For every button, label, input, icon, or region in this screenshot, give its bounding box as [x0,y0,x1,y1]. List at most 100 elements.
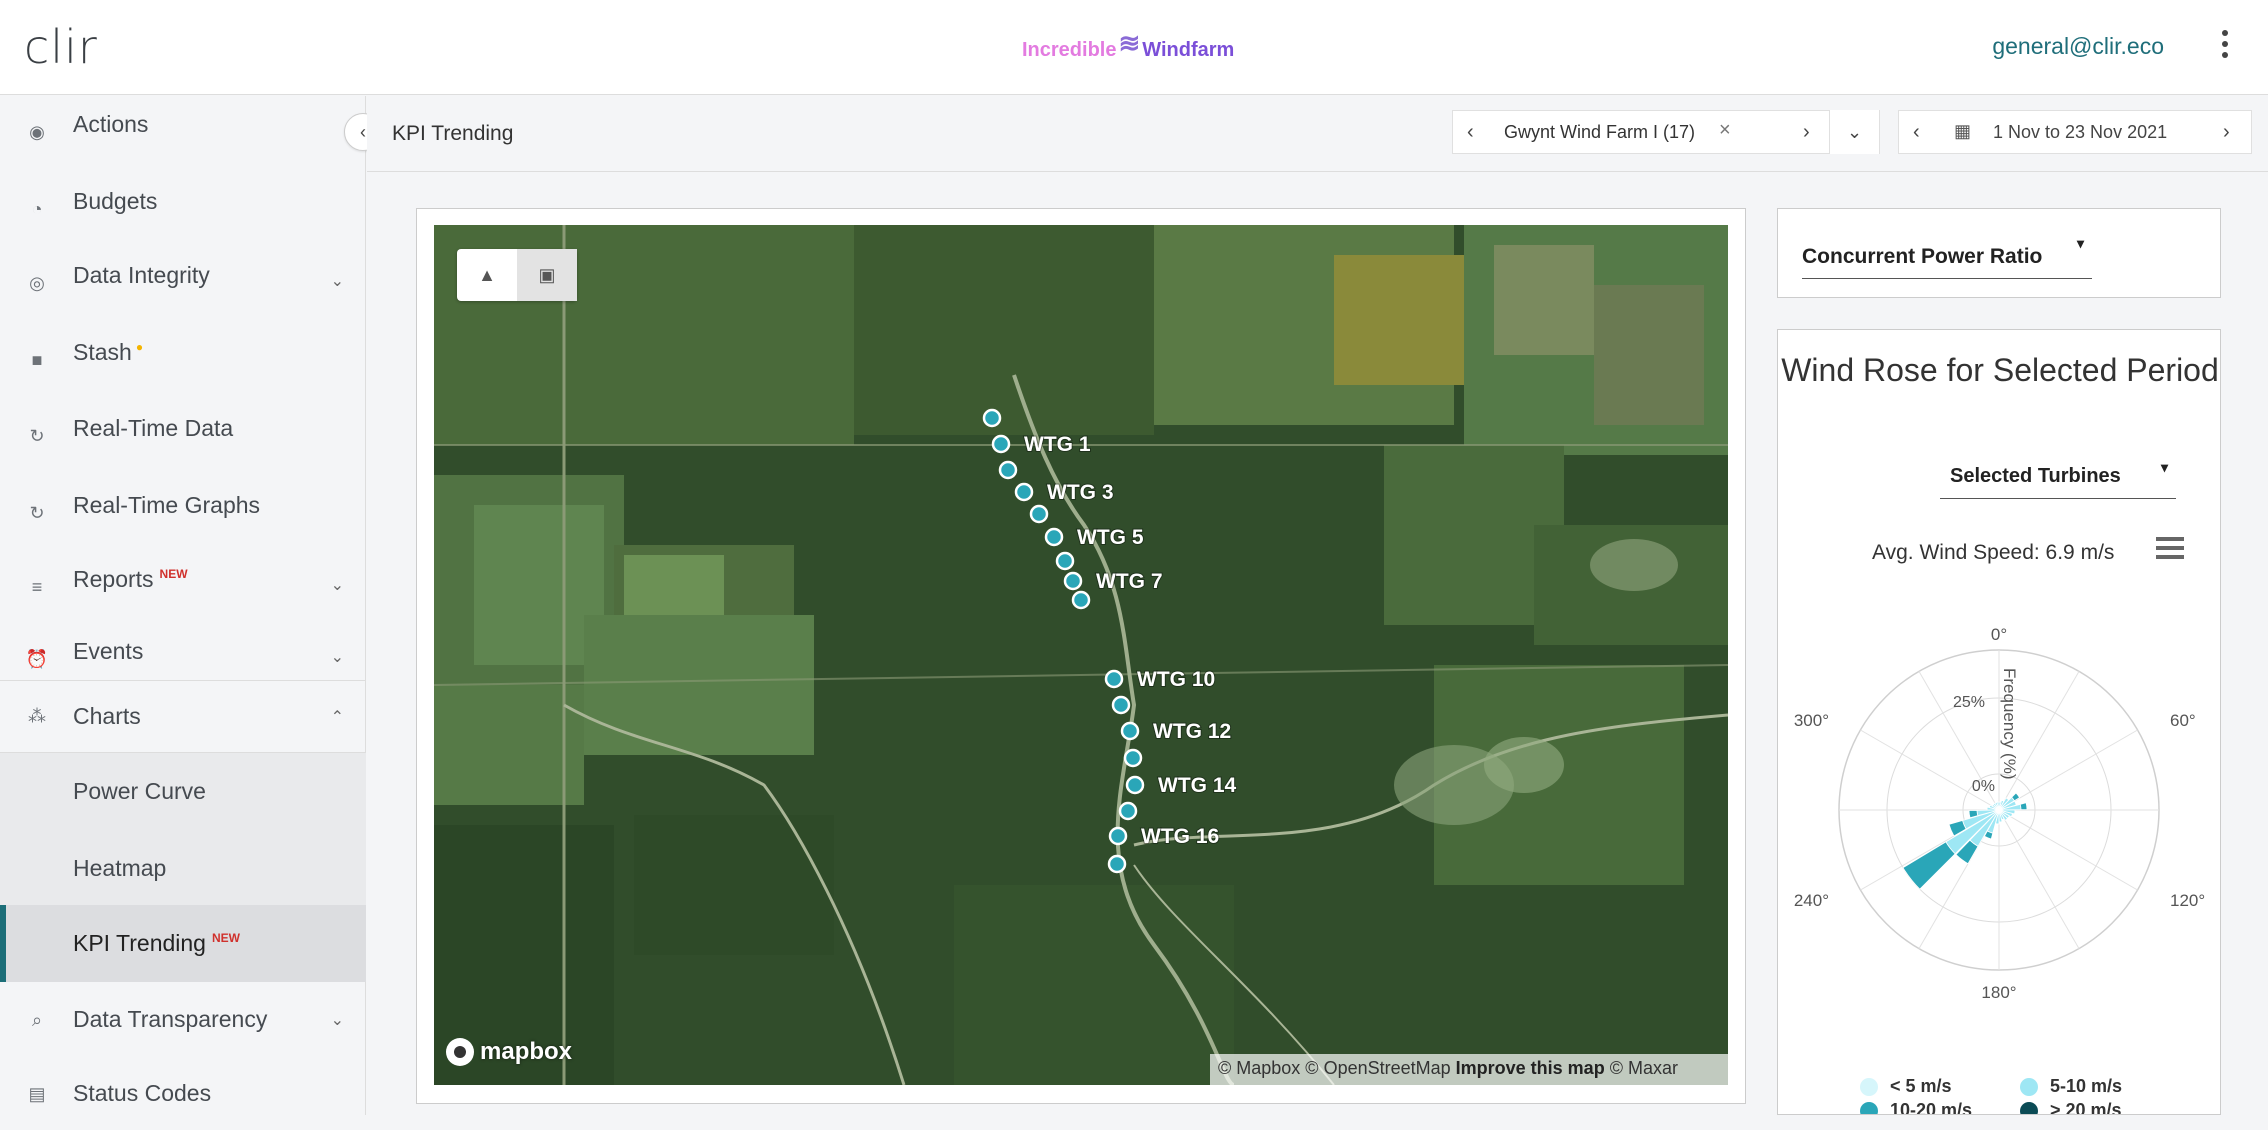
turbine-marker[interactable] [998,460,1018,480]
sidebar-item-label: Heatmap [73,855,167,881]
sidebar-item-label: Budgets [73,188,158,214]
sidebar-item-stash[interactable]: ■ Stash ● [0,324,366,396]
turbine-marker[interactable] [1063,571,1083,591]
chevron-up-icon: ⌃ [330,709,344,726]
sidebar-item-label: Real-Time Data [73,415,234,441]
legend-label: < 5 m/s [1890,1076,1952,1096]
angle-label-300: 300° [1794,711,1829,730]
page-title: KPI Trending [392,122,514,145]
mapbox-logo[interactable]: mapbox [446,1038,572,1066]
site-selector[interactable]: ‹ Gwynt Wind Farm I (17) × › [1452,110,1880,154]
legend-swatch [1860,1077,1878,1096]
turbine-marker[interactable] [1044,527,1064,547]
sidebar-item-label: KPI Trending NEW [73,930,240,957]
legend-label: > 20 m/s [2050,1100,2122,1115]
radial-label-0: 0% [1972,778,1995,795]
terrain-icon[interactable]: ▲ [457,249,517,301]
turbine-marker[interactable] [1104,669,1124,689]
attribution-maxar[interactable]: © Maxar [1610,1058,1678,1078]
turbine-label: WTG 5 [1077,526,1144,549]
satellite-icon[interactable]: ▣ [517,249,577,301]
legend-label: 5-10 m/s [2050,1076,2123,1096]
sidebar-item-reports[interactable]: ≡ Reports NEW ⌄ [0,551,366,623]
calendar-icon: ▦ [1954,121,1972,141]
lock-icon: ● [135,340,144,355]
turbine-label: WTG 12 [1153,720,1231,743]
angle-label-180: 180° [1981,983,2016,1002]
chevron-down-icon: ⌄ [330,577,344,594]
turbine-marker[interactable] [982,408,1002,428]
wind-rose-title: Wind Rose for Selected Period [1781,352,2219,388]
date-range-picker[interactable]: ‹ ▦ 1 Nov to 23 Nov 2021 › [1898,110,2252,154]
map-attribution: © Mapbox © OpenStreetMap Improve this ma… [1210,1054,1728,1085]
brand-text-2: Windfarm [1142,39,1235,61]
turbine-marker[interactable] [1120,721,1140,741]
sidebar-item-label: Data Integrity [73,262,210,288]
sidebar-item-power-curve[interactable]: Power Curve [0,753,366,830]
more-options-icon[interactable] [2220,30,2230,62]
legend-item[interactable]: < 5 m/s [1860,1076,1952,1097]
turbine-markers[interactable]: WTG 1 WTG 3 WTG 5 WTG 7 WTG 10 WTG 12 WTG 14 WT… [434,225,1728,1085]
sidebar-item-actions[interactable]: ◉ Actions [0,96,366,168]
turbine-marker[interactable] [1125,775,1145,795]
radial-label-25: 25% [1953,694,1985,711]
clir-logo[interactable]: clir [24,20,98,74]
search-icon: ⌕ [31,1009,43,1030]
turbine-marker[interactable] [1118,801,1138,821]
angle-label-240: 240° [1794,891,1829,910]
list-icon: ≡ [31,576,43,597]
turbine-marker[interactable] [1014,482,1034,502]
caret-down-icon: ▾ [2160,459,2168,475]
improve-map-link[interactable]: Improve this map [1456,1058,1605,1078]
chevron-down-icon: ⌄ [330,649,344,666]
site-name: Gwynt Wind Farm I (17) [1504,122,1696,142]
map-style-toggle[interactable]: ▲ ▣ [457,249,577,301]
turbine-marker[interactable] [1055,551,1075,571]
sidebar-item-charts[interactable]: ⁂ Charts ⌃ [0,680,366,752]
sidebar-item-real-time-data[interactable]: ↻ Real-Time Data [0,400,366,472]
kpi-select[interactable]: Concurrent Power Ratio ▾ [1802,233,2092,279]
clear-site-icon[interactable]: × [1719,119,1731,142]
prev-date-icon[interactable]: ‹ [1913,121,1920,144]
sidebar-item-kpi-trending[interactable]: KPI Trending NEW [0,905,366,982]
turbine-marker[interactable] [1123,748,1143,768]
user-email[interactable]: general@clir.eco [1992,33,2164,60]
turbine-marker[interactable] [1108,826,1128,846]
sidebar-item-label: Power Curve [73,778,206,804]
turbine-marker[interactable] [1107,854,1127,874]
chart-icon: ⁂ [28,706,46,726]
turbine-marker[interactable] [1111,695,1131,715]
satellite-map[interactable]: WTG 1 WTG 3 WTG 5 WTG 7 WTG 10 WTG 12 WTG 14 WT… [434,225,1728,1085]
pie-icon: ◔ [31,198,43,219]
angle-label-120: 120° [2170,891,2205,910]
legend-item[interactable]: 5-10 m/s [2020,1076,2122,1097]
site-dropdown-chevron-icon[interactable]: ⌄ [1829,110,1879,154]
compass-icon: ◉ [29,121,45,142]
turbine-marker[interactable] [991,434,1011,454]
windfarm-brand-logo: Incredible≋ Windfarm [1022,28,1235,63]
caret-down-icon: ▾ [2076,235,2084,251]
sidebar-item-real-time-graphs[interactable]: ↻ Real-Time Graphs [0,477,366,549]
sidebar-item-data-transparency[interactable]: ⌕ Data Transparency ⌄ [0,984,366,1056]
legend-item[interactable]: > 20 m/s [2020,1100,2122,1115]
sidebar-item-data-integrity[interactable]: ◎ Data Integrity ⌄ [0,247,366,319]
legend-swatch [2020,1101,2038,1114]
turbine-marker[interactable] [1029,504,1049,524]
sidebar-item-status-codes[interactable]: ▤ Status Codes [0,1058,366,1130]
turbine-label: WTG 1 [1024,433,1091,456]
page-header: KPI Trending ‹ Gwynt Wind Farm I (17) × … [367,96,2268,172]
turbine-marker[interactable] [1071,590,1091,610]
menu-icon[interactable] [2156,537,2184,559]
next-date-icon[interactable]: › [2223,121,2230,144]
attribution-text[interactable]: © Mapbox © OpenStreetMap [1218,1058,1451,1078]
legend-label: 10-20 m/s [1890,1100,1973,1115]
sidebar-item-label: Actions [73,111,149,137]
legend-item[interactable]: 10-20 m/s [1860,1100,1973,1115]
sidebar-item-budgets[interactable]: ◔ Budgets [0,173,366,245]
chevron-down-icon: ⌄ [330,273,344,290]
sidebar-item-heatmap[interactable]: Heatmap [0,830,366,907]
next-site-icon[interactable]: › [1803,121,1810,144]
kpi-panel: Concurrent Power Ratio ▾ [1777,208,2221,298]
turbine-filter-select[interactable]: Selected Turbines ▾ [1940,457,2176,499]
prev-site-icon[interactable]: ‹ [1467,121,1474,144]
